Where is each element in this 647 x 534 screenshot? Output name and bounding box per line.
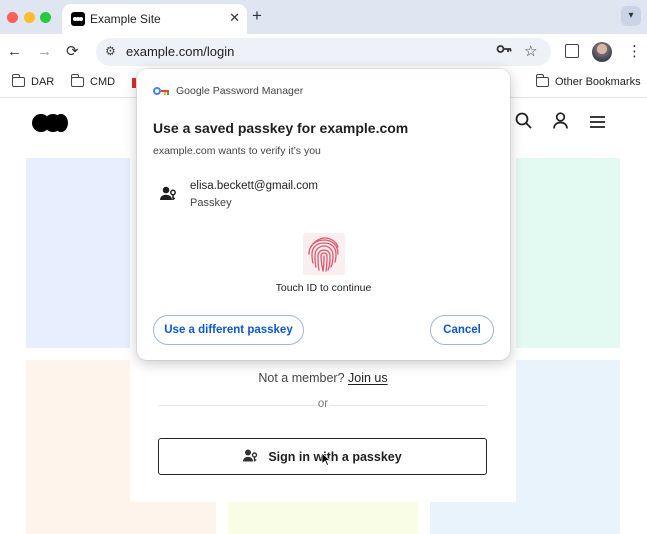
passkey-dialog: Google Password Manager Use a saved pass…	[137, 69, 510, 360]
bookmark-dar[interactable]: DAR	[11, 74, 54, 88]
forward-arrow-icon[interactable]: →	[37, 43, 52, 61]
browser-toolbar: ← → ⟳ ⚙ example.com/login ☆ ⋮	[0, 34, 647, 70]
kebab-menu-icon[interactable]: ⋮	[627, 42, 642, 60]
other-bookmarks[interactable]: Other Bookmarks	[535, 74, 641, 88]
use-different-passkey-button[interactable]: Use a different passkey	[153, 315, 304, 345]
tab-search-chevron-icon[interactable]: ▾	[621, 6, 641, 26]
site-logo[interactable]	[32, 114, 72, 132]
sign-in-passkey-label: Sign in with a passkey	[268, 449, 402, 464]
address-bar[interactable]: ⚙ example.com/login ☆	[96, 38, 551, 66]
key-icon[interactable]	[496, 43, 512, 58]
tab-strip: Example Site ✕ + ▾	[0, 0, 647, 34]
site-settings-icon[interactable]: ⚙	[105, 44, 116, 58]
dialog-title: Use a saved passkey for example.com	[153, 120, 409, 136]
passkey-person-icon	[160, 186, 177, 206]
password-manager-name: Google Password Manager	[176, 85, 304, 97]
password-manager-header: Google Password Manager	[153, 85, 303, 97]
tab-title: Example Site	[90, 12, 161, 26]
passkey-person-icon	[243, 449, 258, 465]
touch-id-instruction: Touch ID to continue	[275, 282, 372, 294]
tab-close-icon[interactable]: ✕	[229, 10, 240, 26]
active-tab[interactable]: Example Site ✕	[62, 4, 247, 34]
search-icon[interactable]	[515, 112, 532, 134]
profile-avatar-icon[interactable]	[592, 42, 612, 62]
site-favicon-icon	[71, 12, 85, 26]
member-prompt: Not a member? Join us	[258, 371, 388, 385]
reload-icon[interactable]: ⟳	[66, 43, 79, 61]
password-manager-key-icon	[153, 87, 170, 95]
window-close-button[interactable]	[7, 12, 18, 23]
divider-or-text: or	[317, 398, 329, 410]
user-icon[interactable]	[553, 112, 568, 134]
join-us-link[interactable]: Join us	[348, 371, 388, 385]
hamburger-menu-icon[interactable]	[590, 115, 605, 133]
url-text[interactable]: example.com/login	[126, 44, 234, 59]
folder-icon	[11, 74, 25, 87]
bookmark-cmd[interactable]: CMD	[70, 74, 115, 88]
back-arrow-icon[interactable]: ←	[7, 43, 22, 61]
window-zoom-button[interactable]	[40, 12, 51, 23]
account-type: Passkey	[190, 197, 232, 209]
star-icon[interactable]: ☆	[524, 42, 537, 60]
dialog-subtitle: example.com wants to verify it’s you	[153, 145, 321, 157]
mouse-cursor-icon	[321, 452, 332, 469]
extensions-icon[interactable]	[565, 44, 579, 58]
new-tab-button[interactable]: +	[252, 7, 262, 25]
window-minimize-button[interactable]	[24, 12, 35, 23]
fingerprint-icon	[302, 232, 346, 276]
cancel-button[interactable]: Cancel	[430, 315, 494, 345]
folder-icon	[70, 74, 84, 87]
bookmark-app-icon[interactable]	[132, 78, 136, 88]
folder-icon	[535, 74, 549, 87]
account-email[interactable]: elisa.beckett@gmail.com	[190, 180, 318, 192]
background-panel-lime	[228, 500, 418, 534]
